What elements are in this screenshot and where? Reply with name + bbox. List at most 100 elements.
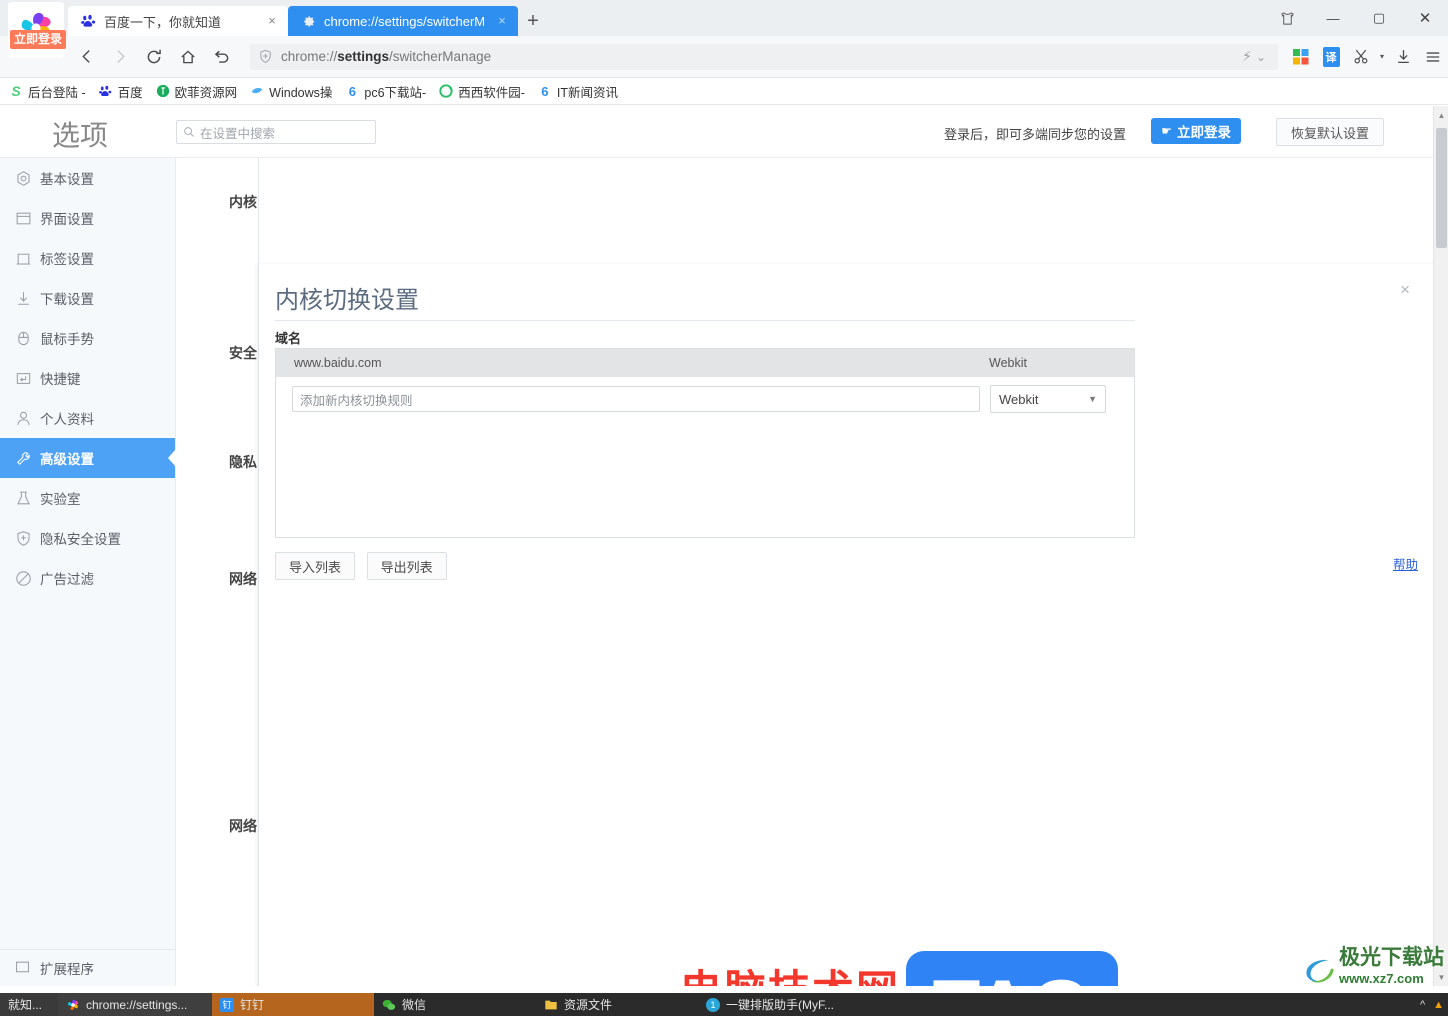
chevron-down-icon[interactable]: ⌄ bbox=[1256, 50, 1266, 64]
taskbar-item[interactable]: 就知... bbox=[0, 993, 58, 1016]
minimize-button[interactable]: — bbox=[1310, 0, 1356, 36]
column-header-engine: Webkit bbox=[989, 356, 1027, 370]
sidebar-item-privacy[interactable]: 隐私安全设置 bbox=[0, 518, 175, 558]
s-icon: S bbox=[11, 83, 21, 99]
g-icon bbox=[438, 83, 454, 99]
block-icon bbox=[14, 569, 32, 587]
folder-icon bbox=[544, 998, 558, 1012]
bookmark-item[interactable]: 百度 bbox=[98, 82, 143, 101]
help-link[interactable]: 帮助 bbox=[1393, 554, 1418, 573]
reload-icon[interactable] bbox=[138, 41, 170, 73]
watermark-jiguang-title: 极光下载站 bbox=[1339, 946, 1444, 969]
login-button[interactable]: ☛ 立即登录 bbox=[1151, 118, 1241, 144]
sidebar-item-extensions[interactable]: 扩展程序 bbox=[0, 950, 176, 986]
new-rule-input[interactable]: 添加新内核切换规则 bbox=[292, 386, 980, 412]
menu-icon[interactable] bbox=[1418, 42, 1448, 72]
engine-select[interactable]: Webkit ▼ bbox=[990, 385, 1106, 413]
tray-warning-icon[interactable]: ▲ bbox=[1433, 999, 1444, 1011]
shirt-icon[interactable] bbox=[1264, 0, 1310, 36]
tab-settings[interactable]: chrome://settings/switcherM × bbox=[288, 6, 518, 36]
export-list-button[interactable]: 导出列表 bbox=[366, 552, 447, 580]
gear-icon bbox=[300, 13, 316, 29]
sidebar-item-label: 实验室 bbox=[40, 492, 81, 507]
navigation-bar: chrome://settings/switcherManage ⚡ ⌄ 译 ▾ bbox=[0, 36, 1448, 78]
address-bar[interactable]: chrome://settings/switcherManage ⚡ ⌄ bbox=[250, 43, 1278, 70]
login-button-label: 立即登录 bbox=[1177, 125, 1231, 140]
tab-baidu[interactable]: 百度一下，你就知道 × bbox=[68, 6, 288, 36]
section-heading-kernel: 内核 bbox=[229, 194, 257, 210]
taskbar-item-app[interactable]: 1 一键排版助手(MyF... bbox=[698, 993, 878, 1016]
url-path: /switcherManage bbox=[389, 49, 492, 64]
sidebar-item-basic[interactable]: 基本设置 bbox=[0, 158, 175, 198]
tab-icon bbox=[14, 249, 32, 267]
sidebar-item-tabs[interactable]: 标签设置 bbox=[0, 238, 175, 278]
scrollbar-thumb[interactable] bbox=[1436, 128, 1447, 248]
domain-section-label: 域名 bbox=[275, 331, 302, 346]
bookmark-item[interactable]: Windows操 bbox=[249, 82, 332, 101]
bookmark-item[interactable]: 西西软件园- bbox=[438, 82, 525, 101]
bookmark-label: 西西软件园- bbox=[458, 85, 525, 100]
bookmark-item[interactable]: 6 pc6下载站- bbox=[344, 82, 426, 101]
taskbar-item-wechat[interactable]: 微信 bbox=[374, 993, 536, 1016]
forward-icon bbox=[104, 41, 136, 73]
rules-list: www.baidu.com Webkit 添加新内核切换规则 Webkit ▼ bbox=[275, 348, 1135, 538]
watermark-tag-box: TAG bbox=[906, 951, 1119, 986]
sidebar-item-mouse[interactable]: 鼠标手势 bbox=[0, 318, 175, 358]
new-tab-button[interactable]: + bbox=[518, 6, 548, 36]
url-domain: settings bbox=[337, 49, 390, 64]
settings-sidebar: 基本设置 界面设置 标签设置 下载设置 鼠标手势 快捷键 个人资料 高级设置 实… bbox=[0, 158, 176, 986]
kernel-switch-dialog: 内核切换设置 × 域名 www.baidu.com Webkit 添加新内核切换… bbox=[258, 264, 1440, 986]
close-window-button[interactable]: ✕ bbox=[1402, 0, 1448, 36]
page-scrollbar[interactable]: ▲ ▼ bbox=[1433, 106, 1448, 986]
scissors-caret-icon[interactable]: ▾ bbox=[1376, 42, 1388, 72]
sidebar-item-lab[interactable]: 实验室 bbox=[0, 478, 175, 518]
taskbar-item-chrome[interactable]: chrome://settings... bbox=[58, 993, 212, 1016]
sidebar-item-label: 隐私安全设置 bbox=[40, 532, 121, 547]
sidebar-item-interface[interactable]: 界面设置 bbox=[0, 198, 175, 238]
search-icon bbox=[183, 126, 195, 138]
screenshot-scissors-icon[interactable] bbox=[1346, 42, 1376, 72]
lightning-icon[interactable]: ⚡ bbox=[1242, 48, 1252, 65]
scroll-up-arrow[interactable]: ▲ bbox=[1434, 106, 1448, 124]
sidebar-item-label: 基本设置 bbox=[40, 172, 94, 187]
pointing-hand-icon: ☛ bbox=[1161, 124, 1172, 138]
sidebar-item-profile[interactable]: 个人资料 bbox=[0, 398, 175, 438]
restore-defaults-button[interactable]: 恢复默认设置 bbox=[1276, 118, 1384, 146]
close-icon[interactable]: × bbox=[264, 13, 280, 29]
mouse-icon bbox=[14, 329, 32, 347]
close-icon[interactable]: × bbox=[494, 13, 510, 29]
sidebar-item-adblock[interactable]: 广告过滤 bbox=[0, 558, 175, 598]
bookmark-label: IT新闻资讯 bbox=[556, 85, 618, 100]
close-icon[interactable]: × bbox=[1400, 280, 1410, 300]
sidebar-item-label: 下载设置 bbox=[40, 292, 94, 307]
back-icon[interactable] bbox=[70, 41, 102, 73]
maximize-button[interactable]: ▢ bbox=[1356, 0, 1402, 36]
taskbar-item-folder[interactable]: 资源文件 bbox=[536, 993, 698, 1016]
search-input[interactable]: 在设置中搜索 bbox=[176, 120, 376, 144]
bookmark-item[interactable]: 6 IT新闻资讯 bbox=[537, 82, 618, 101]
sidebar-item-download[interactable]: 下载设置 bbox=[0, 278, 175, 318]
taskbar-item-dingtalk[interactable]: 钉 钉钉 bbox=[212, 993, 374, 1016]
watermark-title: 电脑技术网 bbox=[680, 966, 900, 986]
windows-icon[interactable] bbox=[1286, 42, 1316, 72]
flask-icon bbox=[14, 489, 32, 507]
page-title: 选项 bbox=[52, 120, 109, 151]
dingtalk-icon: 钉 bbox=[220, 997, 234, 1012]
url-prefix: chrome:// bbox=[281, 49, 338, 64]
bookmark-label: Windows操 bbox=[269, 85, 333, 100]
taskbar-item-label: 就知... bbox=[8, 998, 43, 1012]
download-icon[interactable] bbox=[1388, 42, 1418, 72]
sidebar-item-advanced[interactable]: 高级设置 bbox=[0, 438, 175, 478]
taskbar-item-label: chrome://settings... bbox=[86, 997, 188, 1012]
home-icon[interactable] bbox=[172, 41, 204, 73]
import-list-button[interactable]: 导入列表 bbox=[275, 552, 356, 580]
wechat-icon bbox=[382, 998, 396, 1012]
translate-icon[interactable]: 译 bbox=[1316, 42, 1346, 72]
tray-chevron-icon[interactable]: ^ bbox=[1420, 999, 1425, 1011]
sidebar-item-shortcut[interactable]: 快捷键 bbox=[0, 358, 175, 398]
f-icon bbox=[155, 83, 171, 99]
undo-icon[interactable] bbox=[206, 41, 238, 73]
login-badge[interactable]: 立即登录 bbox=[10, 30, 67, 49]
bookmark-item[interactable]: 欧菲资源网 bbox=[155, 82, 237, 101]
bookmark-item[interactable]: S 后台登陆 - bbox=[8, 82, 85, 101]
